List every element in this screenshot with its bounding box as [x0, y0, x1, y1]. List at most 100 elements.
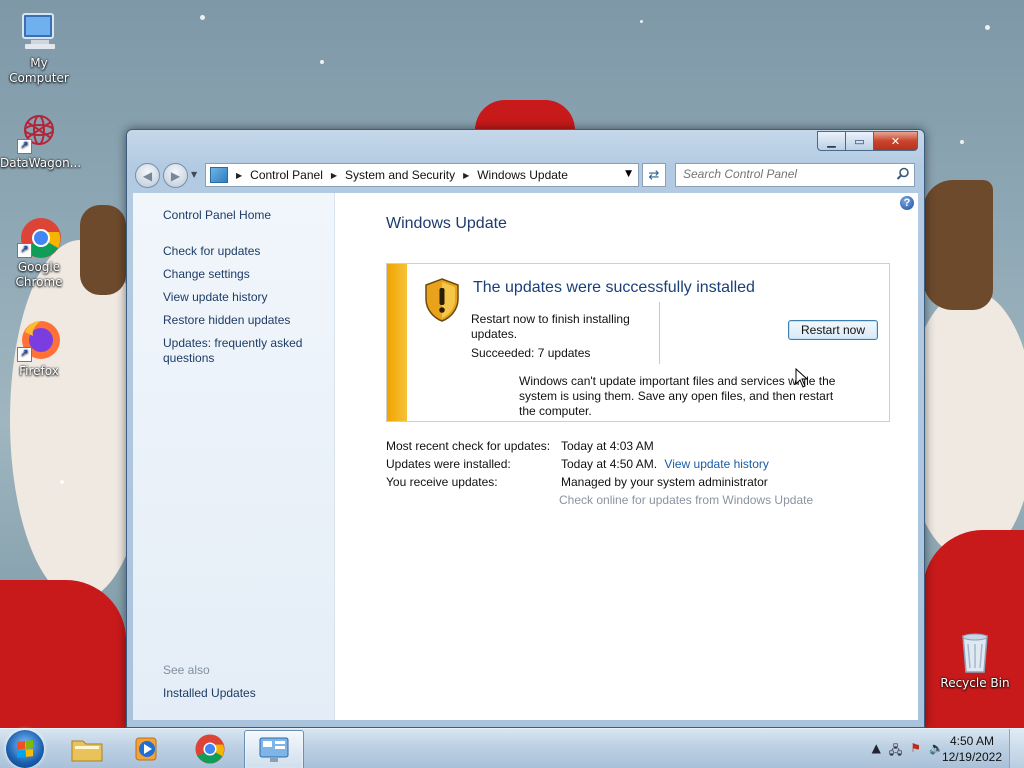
- breadcrumb-arrow-icon: ▶: [330, 170, 338, 180]
- start-button[interactable]: [6, 730, 44, 768]
- windows-update-window: ▁ ▭ ✕ ◀ ▶ ▼ ▶ Control Panel ▶ System and…: [126, 129, 925, 728]
- forward-arrow-icon: ▶: [170, 168, 181, 183]
- taskbar-explorer-button[interactable]: [58, 730, 116, 768]
- taskbar-clock[interactable]: 4:50 AM 12/19/2022: [942, 733, 1002, 765]
- breadcrumb-arrow-icon: ▶: [236, 170, 243, 180]
- action-center-flag-icon[interactable]: ⚑: [910, 741, 921, 762]
- desktop-icon-recycle-bin[interactable]: Recycle Bin: [936, 630, 1014, 691]
- desktop-icon-label: DataWagon...: [0, 156, 82, 170]
- taskbar: ▲ 🖧 ⚑ 🔈 4:50 AM 12/19/2022: [0, 728, 1024, 768]
- main-content: ? Windows Update The updates were succes…: [335, 193, 918, 720]
- updates-faq-link[interactable]: Updates: frequently asked questions: [163, 336, 313, 366]
- control-panel-icon: [259, 737, 289, 762]
- desktop-icon-label: Google Chrome: [15, 260, 63, 289]
- chrome-icon: ↗: [17, 214, 61, 258]
- see-also-heading: See also: [163, 663, 210, 677]
- system-tray: ▲ 🖧 ⚑ 🔈: [872, 741, 944, 762]
- bg-glove-right: [923, 180, 993, 310]
- search-input[interactable]: [676, 164, 888, 184]
- search-icon[interactable]: [896, 167, 910, 181]
- restart-instruction: Restart now to finish installing updates…: [471, 312, 630, 341]
- desktop-icon-my-computer[interactable]: My Computer: [0, 10, 78, 86]
- taskbar-chrome-button[interactable]: [181, 730, 239, 768]
- view-update-history-inline-link[interactable]: View update history: [664, 457, 769, 471]
- desktop-icon-label: Recycle Bin: [940, 676, 1010, 690]
- forward-button[interactable]: ▶: [163, 163, 188, 188]
- installed-value: Today at 4:50 AM.: [561, 457, 658, 471]
- maximize-button[interactable]: ▭: [846, 131, 874, 151]
- desktop-icon-google-chrome[interactable]: ↗ Google Chrome: [0, 214, 78, 290]
- installed-value-row: Today at 4:50 AM. View update history: [561, 457, 769, 471]
- help-icon[interactable]: ?: [900, 196, 914, 210]
- recent-pages-dropdown[interactable]: ▼: [191, 170, 197, 179]
- refresh-button[interactable]: ⇄: [642, 163, 666, 187]
- taskbar-control-panel-button[interactable]: [244, 730, 304, 768]
- view-update-history-link[interactable]: View update history: [163, 290, 323, 305]
- address-dropdown-icon[interactable]: ▼: [625, 169, 632, 179]
- minimize-icon: ▁: [827, 134, 836, 148]
- close-icon: ✕: [890, 134, 901, 148]
- last-check-label: Most recent check for updates:: [386, 439, 551, 453]
- snowflake: [200, 15, 205, 20]
- restart-now-button[interactable]: Restart now: [788, 320, 878, 340]
- address-bar[interactable]: ▶ Control Panel ▶ System and Security ▶ …: [205, 163, 639, 187]
- update-status-panel: The updates were successfully installed …: [386, 263, 890, 422]
- clock-date: 12/19/2022: [941, 750, 1002, 764]
- shortcut-arrow-icon: ↗: [17, 347, 32, 362]
- check-for-updates-link[interactable]: Check for updates: [163, 244, 323, 259]
- recycle-bin-icon: [953, 630, 997, 674]
- installed-updates-link[interactable]: Installed Updates: [163, 686, 323, 701]
- search-box: [675, 163, 915, 187]
- status-heading: The updates were successfully installed: [473, 279, 755, 296]
- firefox-icon: ↗: [17, 318, 61, 362]
- navigation-bar: ◀ ▶ ▼ ▶ Control Panel ▶ System and Secur…: [135, 161, 916, 189]
- shortcut-arrow-icon: ↗: [17, 243, 32, 258]
- show-desktop-button[interactable]: [1009, 729, 1024, 768]
- warning-shield-icon: [423, 277, 461, 323]
- breadcrumb-control-panel[interactable]: Control Panel: [250, 168, 323, 182]
- snowflake: [640, 20, 643, 23]
- window-client-area: Control Panel Home Check for updates Cha…: [133, 193, 918, 720]
- restore-hidden-updates-link[interactable]: Restore hidden updates: [163, 313, 323, 328]
- windows-logo-icon: [17, 740, 33, 758]
- caption-buttons: ▁ ▭ ✕: [817, 131, 918, 151]
- computer-icon: [17, 10, 61, 54]
- shortcut-arrow-icon: ↗: [17, 139, 32, 154]
- breadcrumb-system-and-security[interactable]: System and Security: [345, 168, 455, 182]
- receive-updates-label: You receive updates:: [386, 475, 498, 489]
- receive-updates-value: Managed by your system administrator: [561, 475, 768, 489]
- back-arrow-icon: ◀: [142, 168, 153, 183]
- check-online-link[interactable]: Check online for updates from Windows Up…: [559, 493, 813, 507]
- snowflake: [960, 140, 964, 144]
- desktop-icon-label: Firefox: [19, 364, 59, 378]
- desktop-icon-firefox[interactable]: ↗ Firefox: [0, 318, 78, 379]
- show-hidden-icons-icon[interactable]: ▲: [872, 741, 881, 762]
- panel-divider: [659, 302, 660, 364]
- bg-glove-left: [80, 205, 126, 295]
- network-icon[interactable]: 🖧: [889, 741, 902, 762]
- chrome-icon: [195, 734, 225, 764]
- bg-sleeve-left: [0, 580, 126, 730]
- media-player-icon: [135, 737, 157, 761]
- clock-time: 4:50 AM: [949, 734, 994, 748]
- change-settings-link[interactable]: Change settings: [163, 267, 323, 282]
- folder-icon: [71, 740, 103, 762]
- page-title: Windows Update: [386, 215, 507, 232]
- breadcrumb-arrow-icon: ▶: [463, 170, 470, 180]
- control-panel-icon: [210, 167, 228, 183]
- taskbar-media-player-button[interactable]: [118, 730, 176, 768]
- minimize-button[interactable]: ▁: [817, 131, 846, 151]
- control-panel-home-link[interactable]: Control Panel Home: [163, 208, 323, 223]
- snowflake: [320, 60, 324, 64]
- breadcrumb-windows-update[interactable]: Windows Update: [477, 168, 568, 182]
- last-check-value: Today at 4:03 AM: [561, 439, 654, 453]
- installed-label: Updates were installed:: [386, 457, 511, 471]
- maximize-icon: ▭: [854, 134, 865, 148]
- refresh-icon: ⇄: [648, 167, 660, 183]
- back-button[interactable]: ◀: [135, 163, 160, 188]
- succeeded-count: Succeeded: 7 updates: [471, 346, 591, 360]
- desktop-icon-datawagon[interactable]: ↗ DataWagon...: [0, 110, 82, 171]
- desktop-icon-label: My Computer: [9, 56, 69, 85]
- bg-santa-hat: [475, 100, 575, 130]
- close-button[interactable]: ✕: [874, 131, 918, 151]
